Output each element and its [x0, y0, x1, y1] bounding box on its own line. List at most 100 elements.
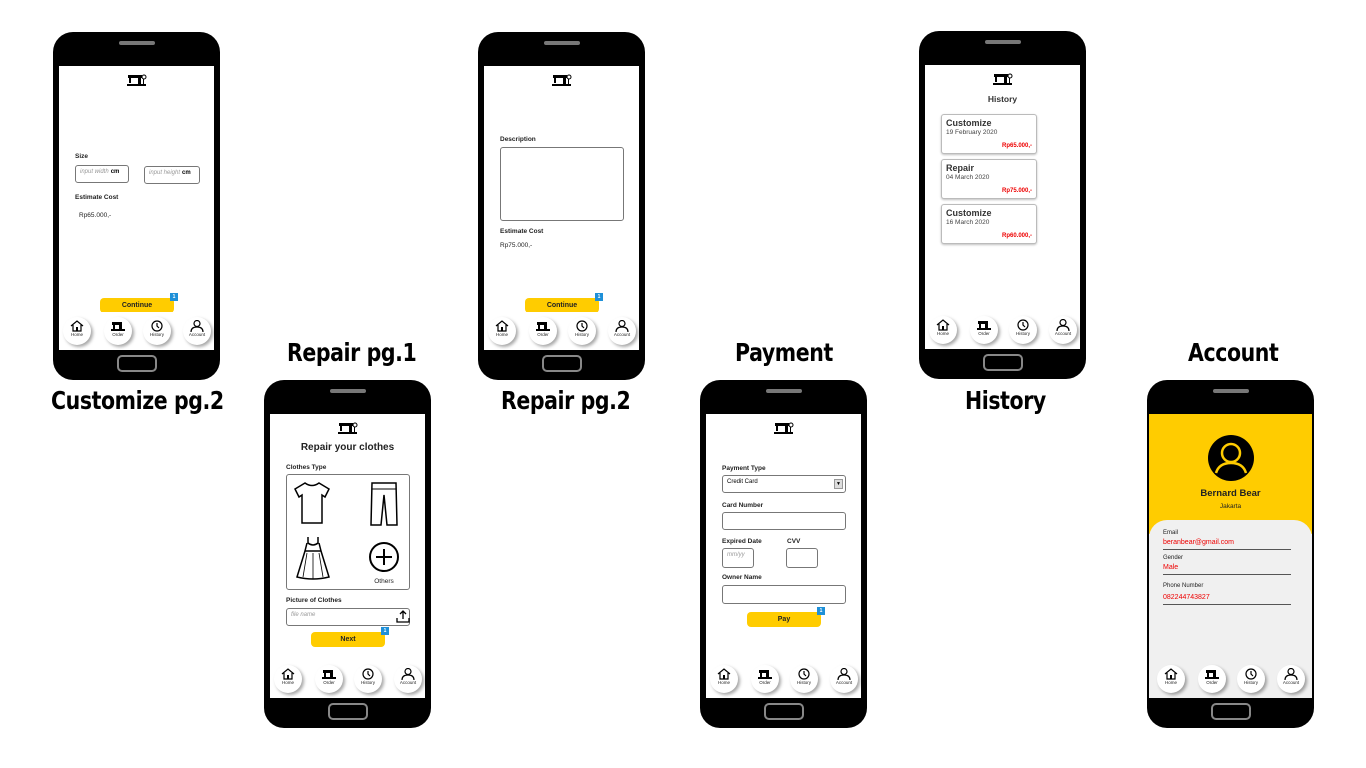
phone-home-button[interactable]	[541, 355, 582, 372]
history-card[interactable]: Repair 04 March 2020 Rp75.000,-	[941, 159, 1037, 199]
nav-account-label: Account	[835, 680, 853, 685]
history-card[interactable]: Customize 16 March 2020 Rp60.000,-	[941, 204, 1037, 244]
nav-history[interactable]: History	[354, 665, 382, 693]
nav-home[interactable]: Home	[488, 317, 516, 345]
home-icon	[717, 668, 731, 680]
page-title: Repair your clothes	[300, 442, 395, 453]
screen-history: History Customize 19 February 2020 Rp65.…	[925, 65, 1080, 349]
home-icon	[936, 319, 950, 331]
nav-home[interactable]: Home	[274, 665, 302, 693]
others-option[interactable]: Others	[367, 541, 401, 585]
pay-button[interactable]: Pay	[747, 612, 821, 627]
file-name-input[interactable]: file name	[286, 608, 410, 626]
nav-order-label: Order	[323, 680, 335, 685]
next-button[interactable]: Next	[311, 632, 385, 647]
nav-account[interactable]: Account	[608, 317, 636, 345]
phone-home-button[interactable]	[327, 703, 368, 720]
history-icon	[576, 320, 588, 332]
bottom-nav: Home Order History Account	[59, 312, 214, 350]
phone-history: History Customize 19 February 2020 Rp65.…	[919, 31, 1086, 379]
step-badge: 1	[381, 627, 389, 635]
pants-option[interactable]	[369, 481, 399, 532]
continue-button[interactable]: Continue	[100, 298, 174, 313]
tshirt-option[interactable]	[293, 481, 331, 530]
gender-field[interactable]: Gender Male	[1163, 555, 1291, 575]
nav-history[interactable]: History	[568, 317, 596, 345]
payment-type-select[interactable]: Credit Card ▼	[722, 475, 846, 493]
nav-order[interactable]: Order	[104, 317, 132, 345]
size-label: Size	[75, 153, 89, 160]
nav-home-label: Home	[70, 332, 83, 337]
user-icon	[1284, 668, 1298, 680]
nav-home-label: Home	[717, 680, 730, 685]
nav-history[interactable]: History	[143, 317, 171, 345]
phone-number-field[interactable]: Phone Number 082244743827	[1163, 583, 1291, 605]
cvv-input[interactable]	[786, 548, 818, 568]
height-input[interactable]: input height cm	[144, 166, 200, 184]
gender-value: Male	[1163, 564, 1179, 571]
history-icon	[151, 320, 163, 332]
nav-order[interactable]: Order	[315, 665, 343, 693]
cvv-label: CVV	[787, 538, 801, 545]
upload-icon[interactable]	[396, 609, 410, 628]
speaker	[543, 41, 580, 45]
nav-order[interactable]: Order	[1198, 665, 1226, 693]
nav-home[interactable]: Home	[929, 316, 957, 344]
step-badge: 1	[595, 293, 603, 301]
continue-button[interactable]: Continue	[525, 298, 599, 313]
nav-account-label: Account	[399, 680, 417, 685]
nav-account[interactable]: Account	[1277, 665, 1305, 693]
history-card[interactable]: Customize 19 February 2020 Rp65.000,-	[941, 114, 1037, 154]
nav-home[interactable]: Home	[63, 317, 91, 345]
nav-account[interactable]: Account	[183, 317, 211, 345]
card-number-input[interactable]	[722, 512, 846, 530]
step-badge: 1	[817, 607, 825, 615]
pants-icon	[370, 482, 398, 526]
nav-account[interactable]: Account	[1049, 316, 1077, 344]
email-field[interactable]: Email beranbear@gmail.com	[1163, 530, 1291, 550]
nav-history-label: History	[1243, 680, 1258, 685]
home-icon	[1164, 668, 1178, 680]
screen-repair-pg1: Repair your clothes Clothes Type Others …	[270, 414, 425, 698]
nav-home[interactable]: Home	[1157, 665, 1185, 693]
caption-payment: Payment	[735, 338, 833, 367]
nav-account[interactable]: Account	[830, 665, 858, 693]
nav-history[interactable]: History	[1237, 665, 1265, 693]
screen-customize-pg2: Size input width cm input height cm Estima…	[59, 66, 214, 350]
nav-order[interactable]: Order	[970, 316, 998, 344]
clothes-type-grid: Others	[286, 474, 410, 590]
nav-order[interactable]: Order	[751, 665, 779, 693]
phone-home-button[interactable]	[982, 354, 1023, 371]
estimate-cost-value: Rp75.000,-	[500, 242, 533, 249]
user-icon	[1208, 435, 1254, 481]
phone-account: Bernard Bear Jakarta Email beranbear@gma…	[1147, 380, 1314, 728]
history-card-date: 16 March 2020	[946, 219, 990, 226]
nav-history[interactable]: History	[1009, 316, 1037, 344]
caption-customize-pg2: Customize pg.2	[51, 386, 224, 415]
expired-date-input[interactable]: mm/yy	[722, 548, 754, 568]
avatar	[1207, 434, 1255, 487]
history-card-price: Rp60.000,-	[1001, 233, 1032, 239]
plus-circle-icon	[369, 542, 399, 572]
description-textarea[interactable]	[500, 147, 624, 221]
nav-order[interactable]: Order	[529, 317, 557, 345]
history-card-title: Customize	[946, 208, 992, 218]
width-input[interactable]: input width cm	[75, 165, 129, 183]
phone-home-button[interactable]	[763, 703, 804, 720]
nav-home[interactable]: Home	[710, 665, 738, 693]
dress-option[interactable]	[295, 535, 331, 586]
owner-name-input[interactable]	[722, 585, 846, 604]
history-card-title: Repair	[946, 163, 975, 173]
nav-home-label: Home	[281, 680, 294, 685]
history-card-date: 04 March 2020	[946, 174, 990, 181]
history-icon	[1017, 319, 1029, 331]
nav-history[interactable]: History	[790, 665, 818, 693]
nav-account[interactable]: Account	[394, 665, 422, 693]
phone-home-button[interactable]	[1210, 703, 1251, 720]
sewing-machine-icon	[992, 71, 1014, 87]
email-value: beranbear@gmail.com	[1163, 539, 1234, 546]
phone-home-button[interactable]	[116, 355, 157, 372]
estimate-cost-label: Estimate Cost	[75, 194, 119, 201]
phone-repair-pg2: Description Estimate Cost Rp75.000,- Con…	[478, 32, 645, 380]
profile-name: Bernard Bear	[1200, 488, 1261, 499]
